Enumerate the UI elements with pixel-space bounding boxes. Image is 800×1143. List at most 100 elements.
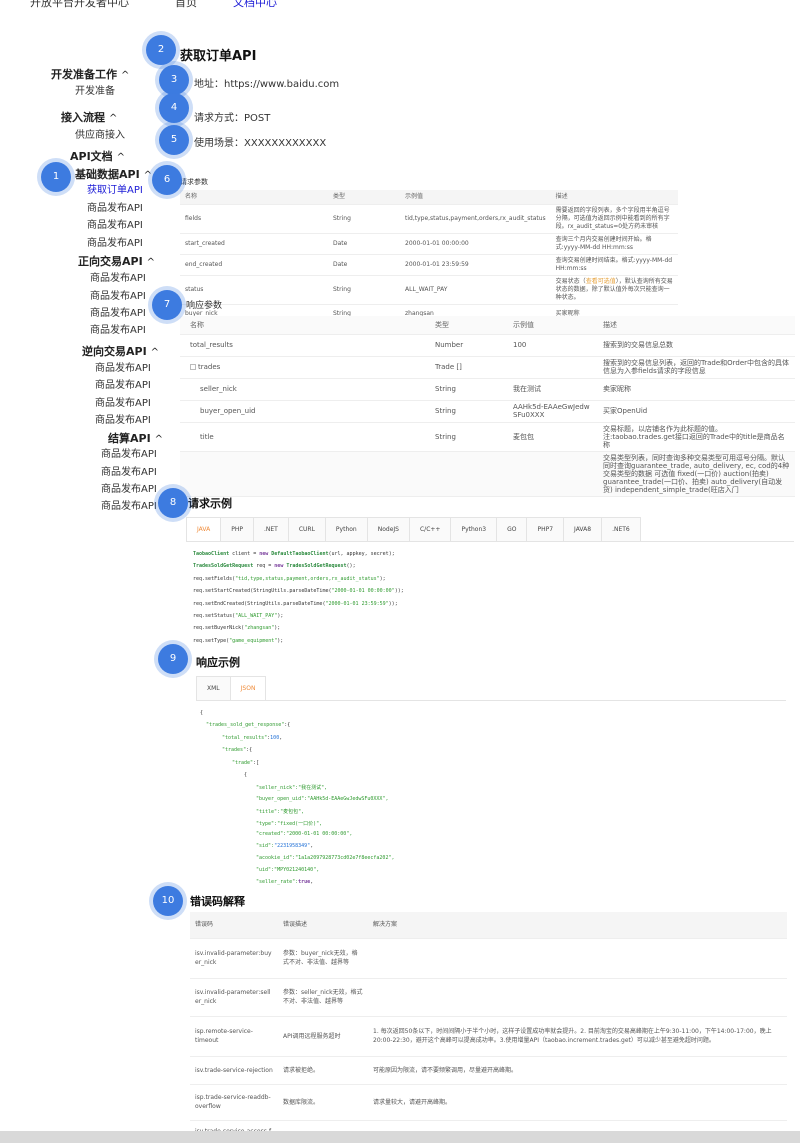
table-row: buyer_open_uid String AAHk5d-EAAeGwJedwS… [180,400,795,423]
param-name[interactable]: trades [180,356,430,379]
tab-python[interactable]: Python [324,517,368,541]
sidebar-item-product-publish-api[interactable]: 商品发布API [95,414,151,428]
code-line: "uid":"MPY021240140", [256,867,320,873]
sidebar-item-product-publish-api[interactable]: 商品发布API [101,448,157,462]
response-json-block[interactable]: { "trades_sold_get_response":{ "total_re… [196,700,786,890]
sidebar-item-product-publish-api[interactable]: 商品发布API [90,272,146,286]
col-name: 名称 [180,190,328,205]
step-marker: 1 [41,162,71,192]
param-type: String [430,422,508,452]
sidebar-item-get-order-api[interactable]: 获取订单API [87,184,143,198]
sidebar-group-forward-trade-api[interactable]: 正向交易API ^ [78,255,155,270]
param-example: tid,type,status,payment,orders,rx_audit_… [400,204,551,234]
sidebar-group-api-docs[interactable]: API文档 ^ [70,150,125,165]
code-line: req.setStartCreated(StringUtils.parseDat… [193,588,404,595]
code-line: req.setBuyerNick("zhangsan"); [193,625,281,632]
code-line: "trades":{ [222,747,253,753]
page-title: 获取订单API [180,49,257,64]
table-row: title String 麦包包 交易标题，以店铺名作为此标题的值。注:taob… [180,422,795,452]
tab-xml[interactable]: XML [196,676,231,700]
param-name: end_created [180,254,328,276]
code-line: "title":"麦包包", [256,809,305,815]
error-solution: 1. 每次返回50条以下，时间间隔小于半个小时，这样子设置成功率就会提升。2. … [368,1016,787,1057]
col-example: 示例值 [400,190,551,205]
sidebar-item-product-publish-api[interactable]: 商品发布API [101,500,157,514]
sidebar-group-access-flow[interactable]: 接入流程 ^ [61,111,117,126]
tab-dotnet[interactable]: .NET [252,517,289,541]
sidebar-item-product-publish-api[interactable]: 商品发布API [101,466,157,480]
param-name: fields [180,204,328,234]
tab-nodejs[interactable]: NodeJS [366,517,410,541]
param-name: total_results [180,334,430,357]
table-row: isv.trade-service-rejection 请求被拒绝。 可能原因为… [190,1056,787,1085]
table-row: total_results Number 100 搜索到的交易信息总数 [180,334,795,357]
request-code-block[interactable]: TaobaoClient client = new DefaultTaobaoC… [193,548,793,648]
error-code: isp.trade-service-readdb-overflow [190,1084,278,1121]
tab-curl[interactable]: CURL [287,517,326,541]
top-nav-docs[interactable]: 文档中心 [233,0,277,8]
code-line: { [200,710,204,716]
code-line: TradesSoldGetRequest req = new TradesSol… [193,563,356,570]
sidebar-item-dev-prep[interactable]: 开发准备 [75,85,115,99]
param-desc: 交易类型列表，同时查询多种交易类型可用逗号分隔。默认同时查询guarantee_… [598,451,795,497]
api-scene: 使用场景：XXXXXXXXXXXX [194,138,327,149]
tab-java8[interactable]: JAVA8 [563,517,603,541]
param-type: String [328,275,400,305]
expand-toggle-icon[interactable] [190,364,196,370]
error-solution [368,938,787,979]
sidebar-item-product-publish-api[interactable]: 商品发布API [87,219,143,233]
sidebar-item-product-publish-api[interactable]: 商品发布API [90,307,146,321]
sidebar-item-product-publish-api[interactable]: 商品发布API [101,483,157,497]
tab-python3[interactable]: Python3 [450,517,498,541]
col-type: 类型 [430,316,508,335]
sidebar-item-product-publish-api[interactable]: 商品发布API [87,202,143,216]
error-solution: 可能原因为限流，请不要频繁调用，尽量避开高峰期。 [368,1056,787,1085]
response-params-label: 响应参数 [186,301,223,311]
sidebar-item-product-publish-api[interactable]: 商品发布API [95,379,151,393]
param-desc: 查询三个月内交易创建时间开始。格式:yyyy-MM-dd HH:mm:ss [550,233,678,255]
chevron-up-icon: ^ [143,170,153,181]
tab-dotnet6[interactable]: .NET6 [601,517,641,541]
view-options-link[interactable]: 查看可选值 [586,278,616,285]
top-nav-home[interactable]: 首页 [175,0,197,8]
chevron-up-icon: ^ [154,434,164,445]
sidebar-group-reverse-trade-api[interactable]: 逆向交易API ^ [82,345,159,360]
tab-java[interactable]: JAVA [186,517,222,541]
code-line: TaobaoClient client = new DefaultTaobaoC… [193,551,395,557]
table-row: isp.trade-service-readdb-overflow 数据库限流。… [190,1084,787,1121]
step-marker: 8 [158,488,188,518]
code-line: req.setStatus("ALL_WAIT_PAY"); [193,613,284,620]
error-message: 请求被拒绝。 [278,1056,368,1085]
param-example: AAHk5d-EAAeGwJedwSFu0XXX [508,400,598,423]
sidebar-item-product-publish-api[interactable]: 商品发布API [95,397,151,411]
sidebar-item-supplier-access[interactable]: 供应商接入 [75,129,125,143]
code-line: "seller_nick":"我在测试", [256,785,328,791]
api-method: 请求方式：POST [194,113,271,124]
param-example: 2000-01-01 23:59:59 [400,254,551,276]
sidebar-item-product-publish-api[interactable]: 商品发布API [95,362,151,376]
sidebar-group-basic-data-api[interactable]: 基础数据API ^ [75,168,152,183]
param-type: Trade [] [430,356,508,379]
param-type [430,451,508,497]
sidebar-group-dev-prep[interactable]: 开发准备工作 ^ [51,68,129,83]
sidebar-item-product-publish-api[interactable]: 商品发布API [87,237,143,251]
param-example: ALL_WAIT_PAY [400,275,551,305]
param-example: 2000-01-01 00:00:00 [400,233,551,255]
tab-c-cpp[interactable]: C/C++ [408,517,452,541]
tab-php[interactable]: PHP [220,517,254,541]
param-desc: 需要返回的字段列表，多个字段用半角逗号分隔，可选值为返回示例中能看到的所有字段。… [550,204,678,234]
col-desc: 描述 [598,316,795,335]
tab-go[interactable]: GO [496,517,528,541]
param-name: start_created [180,233,328,255]
top-nav-brand[interactable]: 开放平台开发者中心 [30,0,129,8]
param-type: String [430,400,508,423]
tab-php7[interactable]: PHP7 [526,517,565,541]
code-line: "acookie_id":"1a1a2097928773cd02e7f8eecf… [256,855,395,861]
tab-json[interactable]: JSON [229,676,267,700]
sidebar-group-settlement-api[interactable]: 结算API ^ [108,432,163,447]
bottom-scrollbar[interactable] [0,1131,800,1143]
param-desc: 买家OpenUid [598,400,795,423]
sidebar-item-product-publish-api[interactable]: 商品发布API [90,290,146,304]
sidebar-item-product-publish-api[interactable]: 商品发布API [90,324,146,338]
error-message: 参数：buyer_nick无效，格式不对、非法值、越界等 [278,938,368,979]
